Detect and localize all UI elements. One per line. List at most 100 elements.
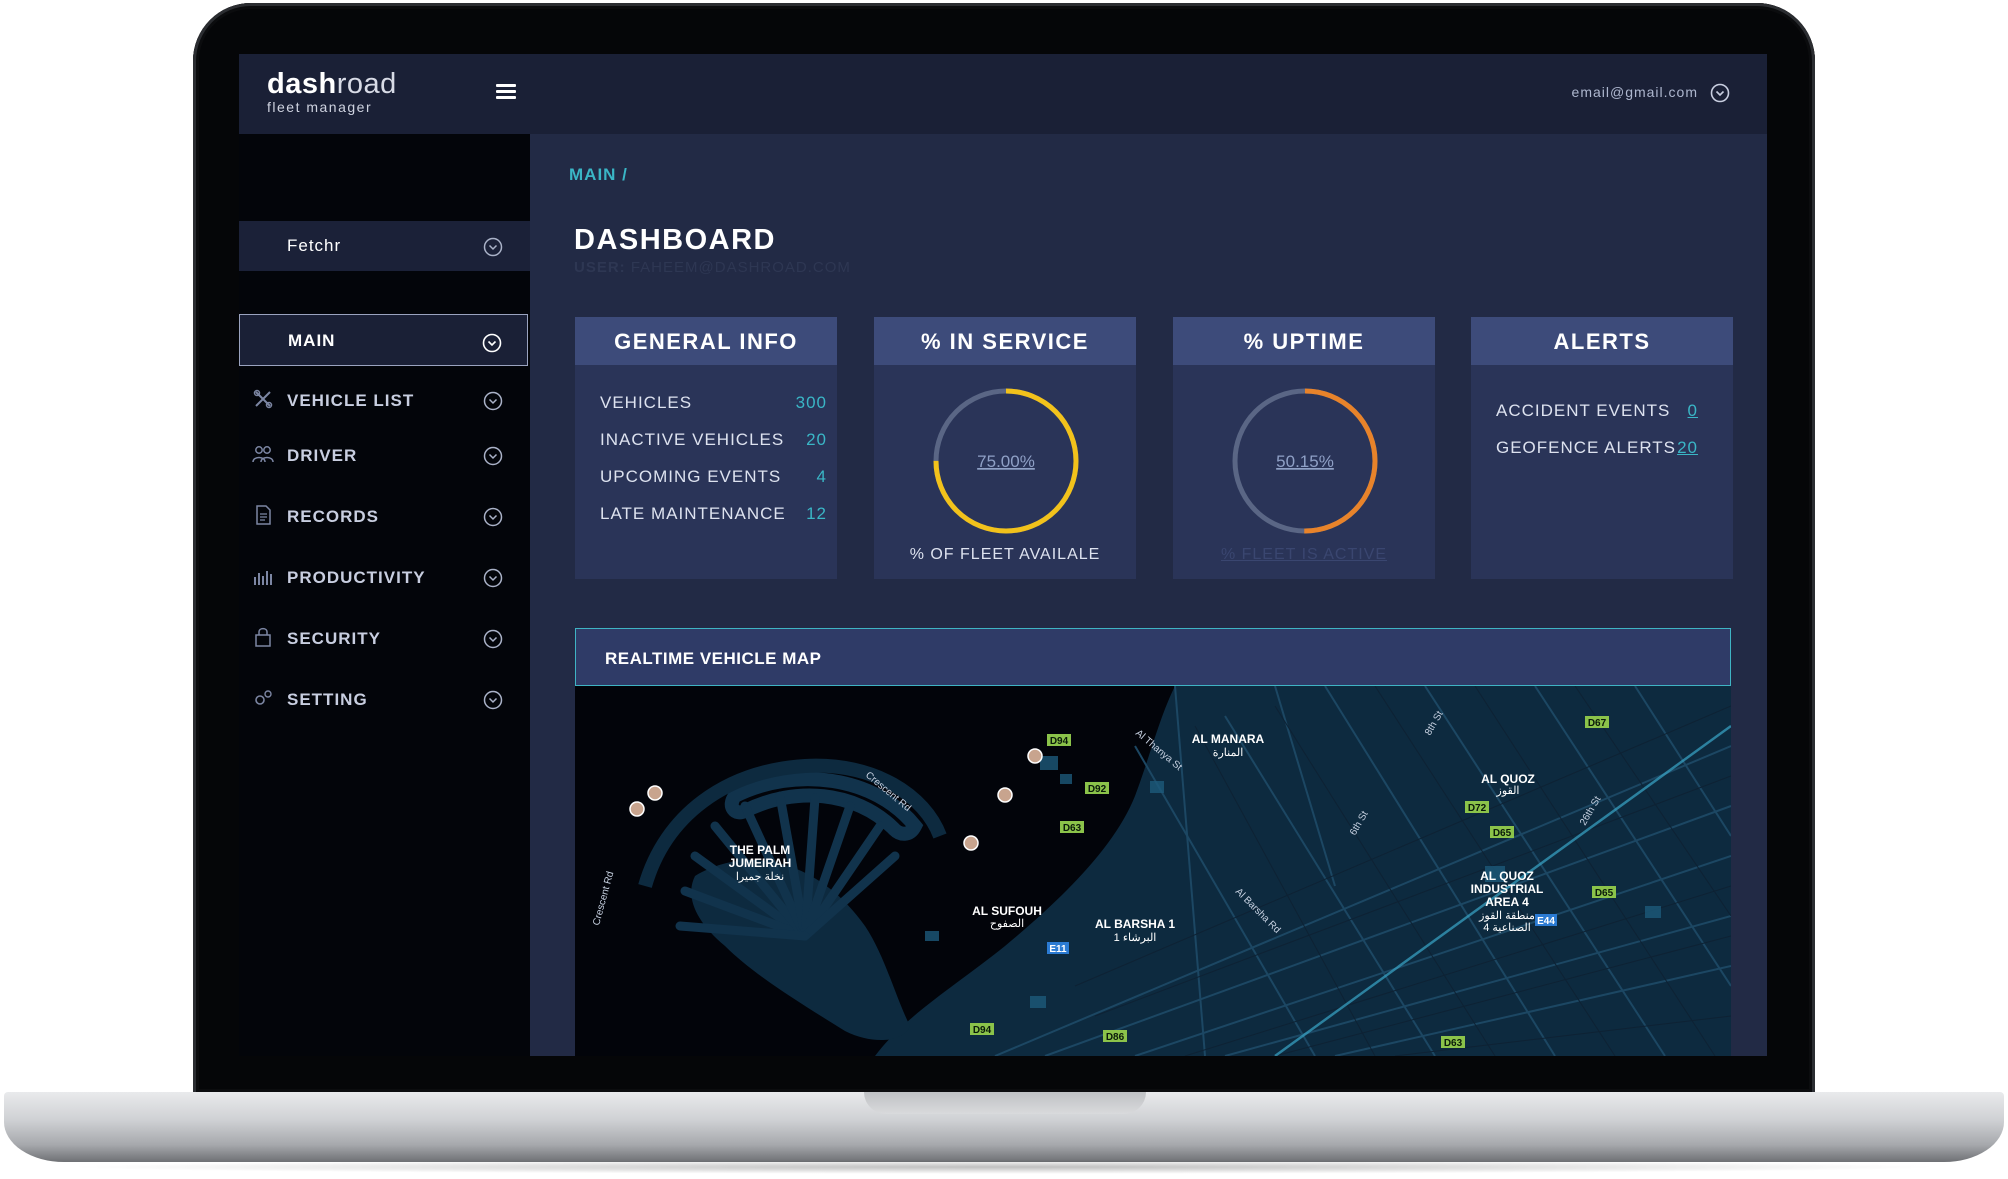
uptime-card: % UPTIME 50.15% % FLEET IS ACTIVE xyxy=(1173,317,1435,579)
svg-text:AL BARSHA 1: AL BARSHA 1 xyxy=(1095,917,1175,931)
sidebar-item-records[interactable]: RECORDS xyxy=(239,494,530,538)
chevron-down-icon xyxy=(483,507,503,527)
info-label: LATE MAINTENANCE xyxy=(600,504,786,523)
svg-text:AL SUFOUH: AL SUFOUH xyxy=(972,904,1042,918)
svg-text:البرشاء 1: البرشاء 1 xyxy=(1114,932,1157,944)
svg-text:الصناعية 4: الصناعية 4 xyxy=(1483,922,1531,934)
info-row: LATE MAINTENANCE 12 xyxy=(600,504,827,524)
svg-text:D92: D92 xyxy=(1088,784,1107,795)
alert-row: ACCIDENT EVENTS 0 xyxy=(1496,401,1698,421)
alert-value-link[interactable]: 0 xyxy=(1688,401,1698,421)
brand-tagline: fleet manager xyxy=(267,99,373,115)
org-name: Fetchr xyxy=(287,236,342,255)
gears-icon xyxy=(255,690,272,705)
in-service-gauge: 75.00% xyxy=(933,388,1079,534)
svg-text:D86: D86 xyxy=(1106,1032,1125,1043)
svg-text:القوز: القوز xyxy=(1496,785,1520,797)
alert-label: GEOFENCE ALERTS xyxy=(1496,438,1677,457)
svg-text:AL QUOZ: AL QUOZ xyxy=(1481,772,1535,786)
alert-row: GEOFENCE ALERTS 20 xyxy=(1496,438,1698,458)
brand-light: road xyxy=(336,68,397,100)
svg-text:Crescent Rd: Crescent Rd xyxy=(591,870,616,927)
info-row: VEHICLES 300 xyxy=(600,393,827,413)
sidebar-item-security[interactable]: SECURITY xyxy=(239,616,530,660)
svg-text:منطقة القوز: منطقة القوز xyxy=(1478,910,1535,922)
sidebar-item-label: VEHICLE LIST xyxy=(287,391,415,410)
user-value: FAHEEM@DASHROAD.COM xyxy=(630,259,851,276)
svg-text:JUMEIRAH: JUMEIRAH xyxy=(729,856,792,870)
user-menu-chevron-icon[interactable] xyxy=(1709,82,1731,104)
svg-text:D63: D63 xyxy=(1444,1038,1463,1049)
info-value: 12 xyxy=(806,504,827,523)
page-subtitle: USER: FAHEEM@DASHROAD.COM xyxy=(574,259,851,276)
sidebar-item-label: SECURITY xyxy=(287,629,381,648)
info-row: INACTIVE VEHICLES 20 xyxy=(600,430,827,450)
org-selector[interactable]: Fetchr xyxy=(239,221,530,271)
card-title: ALERTS xyxy=(1471,317,1733,365)
document-icon xyxy=(256,505,271,525)
sidebar-item-vehicle-list[interactable]: VEHICLE LIST xyxy=(239,378,530,422)
sidebar-item-productivity[interactable]: PRODUCTIVITY xyxy=(239,555,530,599)
app-screen: dashroad fleet manager email@gmail.com F… xyxy=(239,54,1767,1056)
alert-value-link[interactable]: 20 xyxy=(1677,438,1698,458)
sidebar-item-label: SETTING xyxy=(287,690,368,709)
info-value: 20 xyxy=(806,430,827,449)
alerts-card: ALERTS ACCIDENT EVENTS 0 GEOFENCE ALERTS 2… xyxy=(1471,317,1733,579)
chevron-down-icon xyxy=(483,237,503,257)
brand-logo[interactable]: dashroad fleet manager xyxy=(267,68,397,115)
realtime-vehicle-map[interactable]: D94 D92 D63 D67 D72 D65 D65 D94 D86 D63 … xyxy=(575,686,1731,1056)
chevron-down-icon xyxy=(483,446,503,466)
sidebar-item-driver[interactable]: DRIVER xyxy=(239,433,530,477)
svg-text:نخلة جميرا: نخلة جميرا xyxy=(736,871,784,883)
gauge-caption[interactable]: % FLEET IS ACTIVE xyxy=(1173,546,1435,564)
card-title: % IN SERVICE xyxy=(874,317,1136,365)
svg-text:الصفوح: الصفوح xyxy=(990,918,1024,930)
brand-bold: dash xyxy=(267,68,337,100)
page-title: DASHBOARD xyxy=(574,224,776,256)
chevron-down-icon xyxy=(483,629,503,649)
sidebar-item-main[interactable]: MAIN xyxy=(239,314,528,366)
chevron-down-icon xyxy=(483,568,503,588)
card-title: GENERAL INFO xyxy=(575,317,837,365)
svg-text:D65: D65 xyxy=(1595,888,1614,899)
bar-chart-icon xyxy=(254,571,272,585)
info-row: UPCOMING EVENTS 4 xyxy=(600,467,827,487)
user-label: USER: xyxy=(574,259,626,276)
svg-text:THE PALM: THE PALM xyxy=(730,843,790,857)
users-icon xyxy=(252,446,274,463)
in-service-card: % IN SERVICE 75.00% % OF FLEET AVAILALE xyxy=(874,317,1136,579)
map-header: REALTIME VEHICLE MAP xyxy=(575,628,1731,686)
general-info-card: GENERAL INFO VEHICLES 300 INACTIVE VEHICL… xyxy=(575,317,837,579)
gauge-caption: % OF FLEET AVAILALE xyxy=(909,546,1101,563)
svg-text:AL QUOZ: AL QUOZ xyxy=(1480,869,1534,883)
svg-text:D63: D63 xyxy=(1063,823,1082,834)
svg-text:D67: D67 xyxy=(1588,718,1607,729)
sidebar-item-label: MAIN xyxy=(288,331,336,350)
info-label: VEHICLES xyxy=(600,393,693,412)
user-email[interactable]: email@gmail.com xyxy=(1572,84,1698,100)
breadcrumb[interactable]: MAIN / xyxy=(569,165,628,185)
chevron-down-icon xyxy=(483,690,503,710)
svg-text:D94: D94 xyxy=(1050,736,1069,747)
laptop-shadow xyxy=(60,1160,1948,1174)
svg-text:AREA 4: AREA 4 xyxy=(1485,895,1529,909)
chevron-down-icon xyxy=(483,391,503,411)
sidebar-item-label: DRIVER xyxy=(287,446,358,465)
sidebar: Fetchr MAIN VEHICLE LIST DRIVER RECORDS … xyxy=(239,134,530,1056)
sidebar-item-label: RECORDS xyxy=(287,507,380,526)
svg-text:E44: E44 xyxy=(1537,916,1555,927)
info-label: UPCOMING EVENTS xyxy=(600,467,782,486)
gauge-value[interactable]: 50.15% xyxy=(1276,452,1334,471)
laptop-notch xyxy=(864,1092,1146,1114)
sidebar-item-setting[interactable]: SETTING xyxy=(239,677,530,721)
svg-text:D72: D72 xyxy=(1468,803,1487,814)
info-value: 300 xyxy=(795,393,827,412)
chevron-down-icon xyxy=(482,333,502,353)
svg-text:D94: D94 xyxy=(973,1025,992,1036)
info-value: 4 xyxy=(816,467,827,486)
gauge-value[interactable]: 75.00% xyxy=(977,452,1035,471)
menu-icon[interactable] xyxy=(496,84,516,104)
wrench-icon xyxy=(253,389,273,409)
svg-text:AL MANARA: AL MANARA xyxy=(1192,732,1265,746)
sidebar-item-label: PRODUCTIVITY xyxy=(287,568,426,587)
